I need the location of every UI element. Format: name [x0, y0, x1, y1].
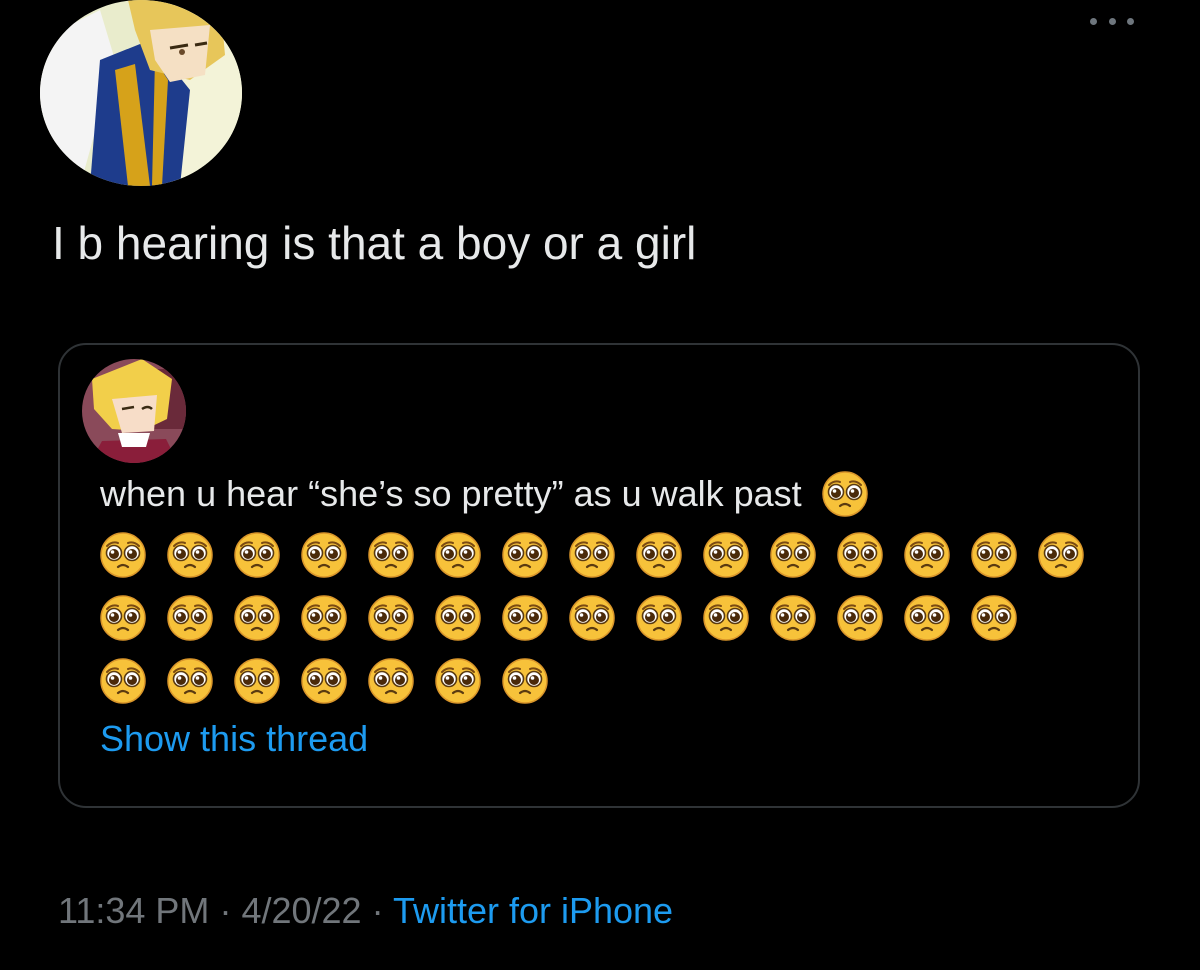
pleading-face-emoji-icon [100, 595, 146, 641]
emoji-row [100, 649, 1110, 712]
more-options-button[interactable] [1090, 8, 1134, 34]
pleading-face-emoji-icon [301, 658, 347, 704]
pleading-face-emoji-icon [1038, 532, 1084, 578]
separator: · [371, 890, 384, 931]
pleading-face-emoji-icon [837, 595, 883, 641]
quoted-tweet-text: when u hear “she’s so pretty” as u walk … [100, 465, 1110, 712]
pleading-face-emoji-icon [502, 532, 548, 578]
pleading-face-emoji-icon [100, 532, 146, 578]
pleading-face-emoji-icon [569, 532, 615, 578]
pleading-face-emoji-icon [904, 532, 950, 578]
pleading-face-emoji-icon [569, 595, 615, 641]
quoted-tweet-first-line: when u hear “she’s so pretty” as u walk … [100, 465, 1110, 523]
show-thread-link[interactable]: Show this thread [100, 715, 368, 763]
quoted-tweet-card[interactable]: when u hear “she’s so pretty” as u walk … [58, 343, 1140, 808]
pleading-face-emoji-icon [971, 532, 1017, 578]
pleading-face-emoji-icon [167, 595, 213, 641]
pleading-face-emoji-icon [368, 595, 414, 641]
pleading-face-emoji-icon [502, 658, 548, 704]
tweet: I b hearing is that a boy or a girl when… [0, 0, 1200, 970]
pleading-face-emoji-icon [770, 532, 816, 578]
pleading-face-emoji-icon [368, 532, 414, 578]
pleading-face-emoji-icon [770, 595, 816, 641]
emoji-row [100, 586, 1110, 649]
pleading-face-emoji-icon [301, 532, 347, 578]
pleading-face-emoji-icon [100, 658, 146, 704]
tweet-date: 4/20/22 [241, 890, 362, 931]
tweet-time: 11:34 PM [58, 890, 210, 931]
more-dot [1108, 17, 1116, 25]
pleading-face-emoji-icon [234, 595, 280, 641]
pleading-face-emoji-icon [435, 532, 481, 578]
more-dot [1090, 17, 1097, 25]
pleading-face-emoji-icon [435, 658, 481, 704]
pleading-face-emoji-icon [502, 595, 548, 641]
pleading-face-emoji-icon [636, 532, 682, 578]
pleading-face-emoji-icon [167, 658, 213, 704]
tweet-source-link[interactable]: Twitter for iPhone [393, 890, 673, 931]
pleading-face-emoji-icon [703, 595, 749, 641]
quoted-tweet-body: when u hear “she’s so pretty” as u walk … [100, 473, 802, 514]
separator: · [219, 890, 232, 931]
tweet-metadata: 11:34 PM · 4/20/22 · Twitter for iPhone [58, 886, 673, 936]
anime-character-avatar[interactable] [82, 359, 186, 463]
anime-character-avatar[interactable] [40, 0, 242, 186]
pleading-face-emoji-icon [234, 532, 280, 578]
pleading-face-emoji-icon [301, 595, 347, 641]
pleading-face-emoji-icon [822, 471, 868, 517]
more-dot [1127, 17, 1134, 25]
pleading-face-emoji-icon [971, 595, 1017, 641]
pleading-face-emoji-icon [435, 595, 481, 641]
pleading-face-emoji-icon [234, 658, 280, 704]
emoji-grid [100, 523, 1110, 712]
pleading-face-emoji-icon [904, 595, 950, 641]
tweet-text: I b hearing is that a boy or a girl [52, 217, 697, 269]
pleading-face-emoji-icon [837, 532, 883, 578]
pleading-face-emoji-icon [636, 595, 682, 641]
pleading-face-emoji-icon [167, 532, 213, 578]
pleading-face-emoji-icon [703, 532, 749, 578]
emoji-row [100, 523, 1110, 586]
pleading-face-emoji-icon [368, 658, 414, 704]
